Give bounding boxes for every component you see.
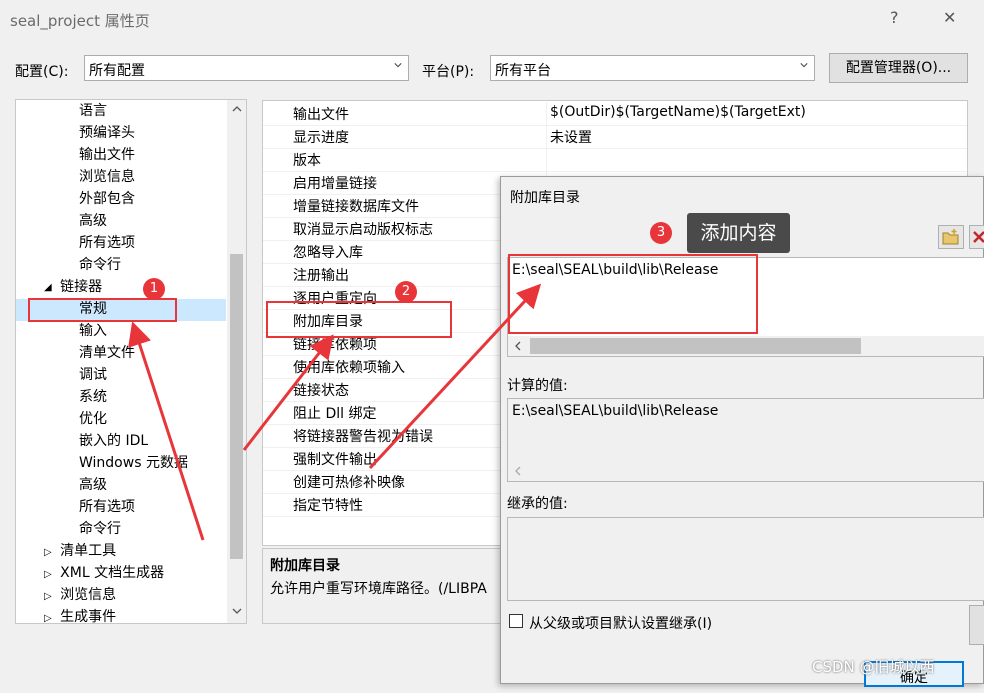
step-badge-3: 3 [650, 222, 672, 244]
step-badge-1: 1 [143, 278, 165, 300]
annotation-tooltip: 添加内容 [687, 213, 790, 253]
watermark: CSDN @旧城以西 [812, 658, 935, 676]
step-badge-2: 2 [395, 281, 417, 303]
arrow-1 [128, 321, 205, 541]
arrow-2 [242, 334, 334, 451]
arrow-3 [368, 283, 542, 470]
annotation-arrows [128, 283, 542, 541]
